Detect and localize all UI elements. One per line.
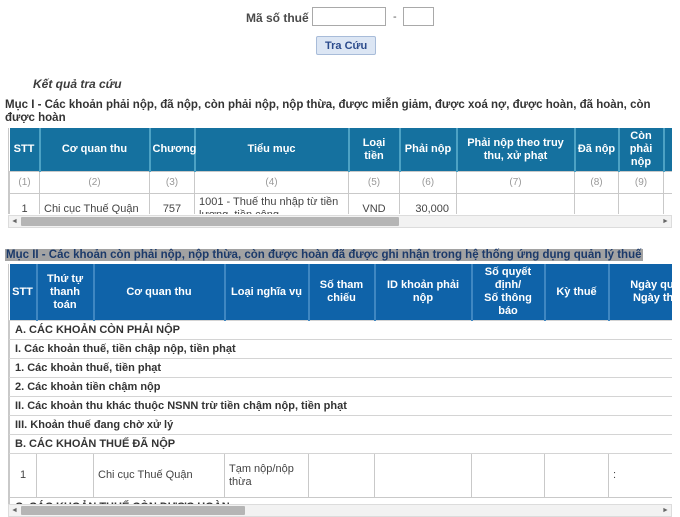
- cell-so-tham-chieu: [309, 454, 375, 498]
- col-chuong: Chương: [150, 128, 195, 172]
- group-row-1: 1. Các khoản thuế, tiền phạt: [10, 359, 673, 378]
- scroll-left-icon[interactable]: ◄: [9, 216, 20, 227]
- group-row-i: I. Các khoản thuế, tiền chập nộp, tiền p…: [10, 340, 673, 359]
- col-nop-thua: Nộp thừa: [664, 128, 673, 172]
- table1-horizontal-scrollbar[interactable]: ◄ ►: [8, 215, 672, 228]
- cell-ngay-quyet-dinh: :: [609, 454, 673, 498]
- scroll-right-icon[interactable]: ►: [660, 505, 671, 516]
- table1-scrollbar-thumb[interactable]: [21, 217, 399, 226]
- cell-phai-nop: 30,000: [400, 194, 457, 215]
- cell-co-quan-thu: Chi cục Thuế Quận: [40, 194, 150, 215]
- group-row-b: B. CÁC KHOẢN THUẾ ĐÃ NỘP: [10, 435, 673, 454]
- col-thu-tu-thanh-toan: Thứ tự thanh toán: [37, 264, 94, 321]
- col-ky-thue: Kỳ thuế: [545, 264, 609, 321]
- group-row-2: 2. Các khoản tiền chậm nộp: [10, 378, 673, 397]
- col-co-quan-thu: Cơ quan thu: [40, 128, 150, 172]
- col-co-quan-thu: Cơ quan thu: [94, 264, 225, 321]
- section1-title: Mục I - Các khoản phải nộp, đã nộp, còn …: [5, 99, 677, 125]
- scroll-left-icon[interactable]: ◄: [9, 505, 20, 516]
- table2-scrollbar-thumb[interactable]: [21, 506, 245, 515]
- col-stt: STT: [10, 128, 40, 172]
- section1-table-wrapper: STT Cơ quan thu Chương Tiểu mục Loại tiề…: [8, 128, 672, 214]
- cell-co-quan-thu: Chi cục Thuế Quận: [94, 454, 225, 498]
- cell-chuong: 757: [150, 194, 195, 215]
- cell-loai-tien: VND: [349, 194, 400, 215]
- numbering-cell: (4): [195, 172, 349, 194]
- group-row-iii: III. Khoản thuế đang chờ xử lý: [10, 416, 673, 435]
- group-row-a: A. CÁC KHOẢN CÒN PHẢI NỘP: [10, 321, 673, 340]
- numbering-cell: (1): [10, 172, 40, 194]
- cell-id-khoan-phai-nop: [375, 454, 472, 498]
- group-row-ii: II. Các khoản thu khác thuộc NSNN trừ ti…: [10, 397, 673, 416]
- cell-thu-tu-thanh-toan: [37, 454, 94, 498]
- tax-code-input[interactable]: [312, 7, 386, 26]
- table2-data-row: 1 Chi cục Thuế Quận Tạm nộp/nộp thừa :: [10, 454, 673, 498]
- table1-numbering-row: (1) (2) (3) (4) (5) (6) (7) (8) (9): [10, 172, 673, 194]
- col-tieu-muc: Tiểu mục: [195, 128, 349, 172]
- cell-phai-nop-truy-thu: [457, 194, 575, 215]
- table1-data-row: 1 Chi cục Thuế Quận 757 1001 - Thuế thu …: [10, 194, 673, 215]
- cell-stt: 1: [10, 194, 40, 215]
- table2-horizontal-scrollbar[interactable]: ◄ ►: [8, 504, 672, 517]
- cell-nop-thua: [664, 194, 673, 215]
- tax-code-separator: -: [393, 11, 397, 23]
- cell-tieu-muc: 1001 - Thuế thu nhập từ tiền lương, tiền…: [195, 194, 349, 215]
- col-so-tham-chieu: Số tham chiếu: [309, 264, 375, 321]
- table1-header-row: STT Cơ quan thu Chương Tiểu mục Loại tiề…: [10, 128, 673, 172]
- col-phai-nop-truy-thu: Phải nộp theo truy thu, xử phạt: [457, 128, 575, 172]
- cell-con-phai-nop: [619, 194, 664, 215]
- col-so-quyet-dinh: Số quyết định/ Số thông báo: [472, 264, 545, 321]
- tax-lookup-page: Mã số thuế - Tra Cứu Kết quả tra cứu Mục…: [0, 0, 680, 517]
- numbering-cell: (9): [619, 172, 664, 194]
- cell-so-quyet-dinh: [472, 454, 545, 498]
- col-da-nop: Đã nộp: [575, 128, 619, 172]
- cell-da-nop: [575, 194, 619, 215]
- search-button[interactable]: Tra Cứu: [316, 36, 376, 55]
- numbering-cell: [664, 172, 673, 194]
- section2-table: STT Thứ tự thanh toán Cơ quan thu Loại n…: [9, 264, 672, 505]
- cell-loai-nghia-vu: Tạm nộp/nộp thừa: [225, 454, 309, 498]
- scroll-right-icon[interactable]: ►: [660, 216, 671, 227]
- tax-code-label: Mã số thuế: [246, 11, 309, 25]
- numbering-cell: (2): [40, 172, 150, 194]
- col-loai-nghia-vu: Loại nghĩa vụ: [225, 264, 309, 321]
- col-con-phai-nop: Còn phải nộp: [619, 128, 664, 172]
- section1-table: STT Cơ quan thu Chương Tiểu mục Loại tiề…: [9, 128, 672, 214]
- numbering-cell: (5): [349, 172, 400, 194]
- section2-title-highlight: Mục II - Các khoản còn phải nộp, nộp thừ…: [5, 249, 643, 261]
- cell-stt: 1: [10, 454, 37, 498]
- numbering-cell: (6): [400, 172, 457, 194]
- col-stt: STT: [10, 264, 37, 321]
- col-loai-tien: Loại tiền: [349, 128, 400, 172]
- col-id-khoan-phai-nop: ID khoản phải nộp: [375, 264, 472, 321]
- section2-title: Mục II - Các khoản còn phải nộp, nộp thừ…: [5, 248, 677, 262]
- col-ngay-quyet-dinh: Ngày quyết định/ Ngày thông báo: [609, 264, 673, 321]
- col-phai-nop: Phải nộp: [400, 128, 457, 172]
- numbering-cell: (8): [575, 172, 619, 194]
- result-heading: Kết quả tra cứu: [33, 77, 122, 91]
- numbering-cell: (7): [457, 172, 575, 194]
- cell-ky-thue: [545, 454, 609, 498]
- table2-header-row: STT Thứ tự thanh toán Cơ quan thu Loại n…: [10, 264, 673, 321]
- section2-table-wrapper: STT Thứ tự thanh toán Cơ quan thu Loại n…: [8, 264, 672, 505]
- numbering-cell: (3): [150, 172, 195, 194]
- branch-code-input[interactable]: [403, 7, 434, 26]
